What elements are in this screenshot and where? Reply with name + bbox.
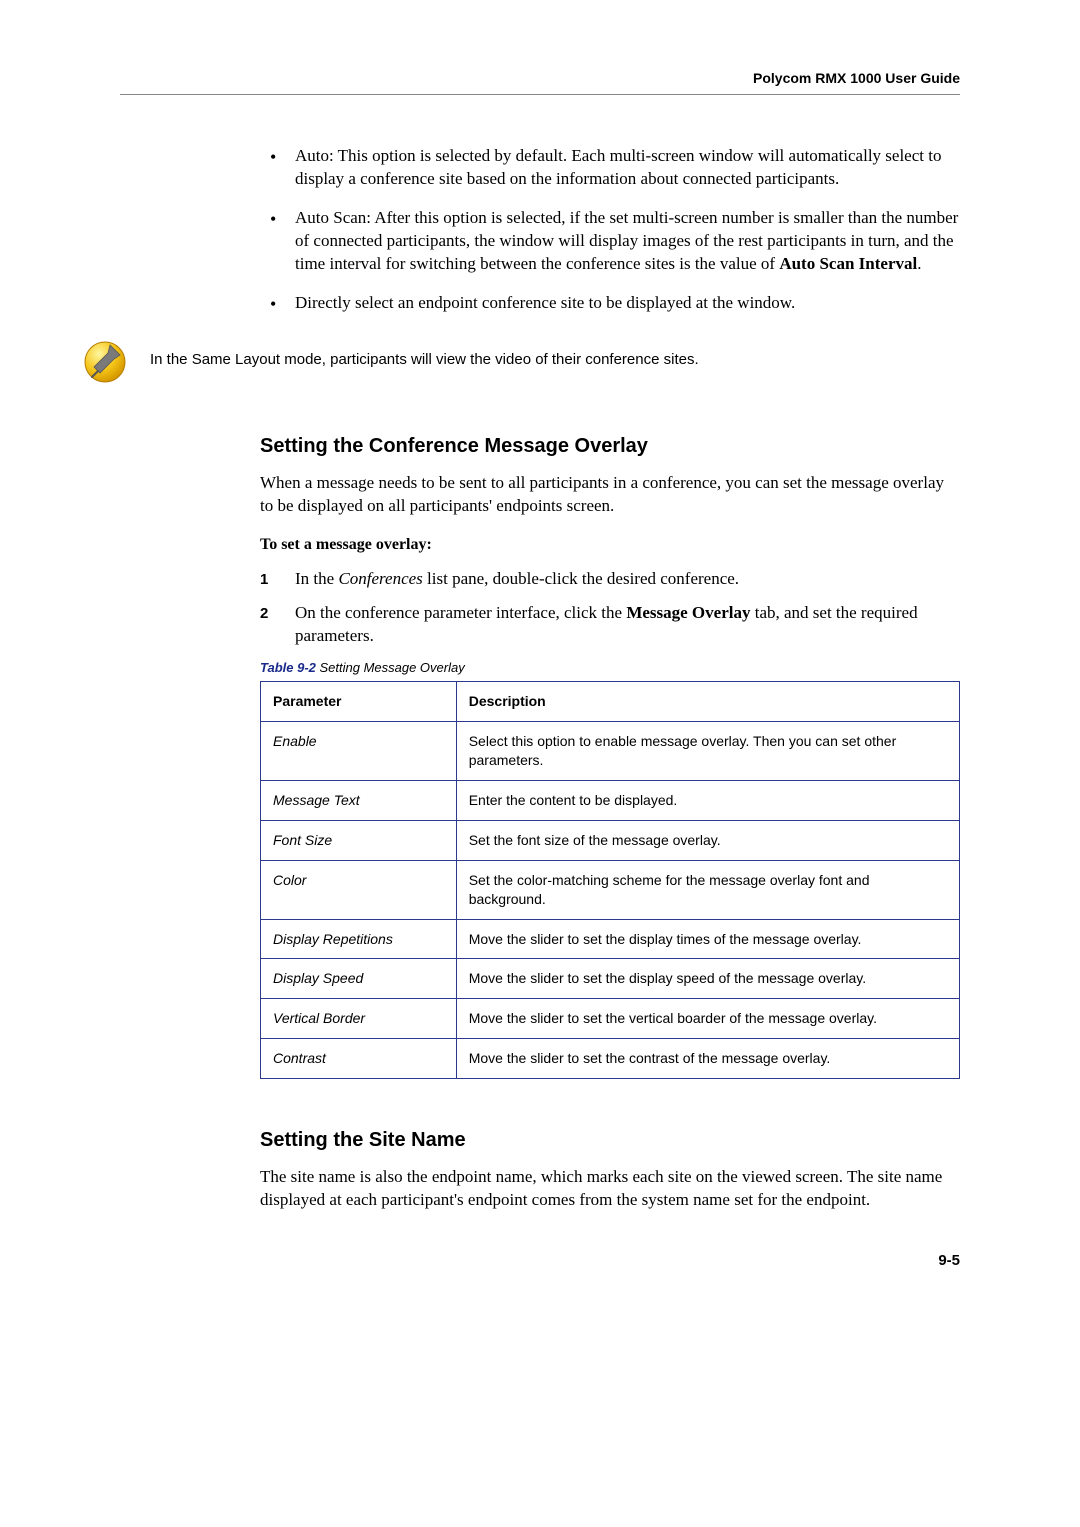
table-row: Font Size Set the font size of the messa…: [261, 820, 960, 860]
step-1-post: list pane, double-click the desired conf…: [423, 569, 739, 588]
step-1: 1 In the Conferences list pane, double-c…: [260, 568, 960, 591]
guide-title: Polycom RMX 1000 User Guide: [753, 70, 960, 86]
bullet-auto-text: Auto: This option is selected by default…: [295, 146, 941, 188]
bullet-auto: Auto: This option is selected by default…: [260, 145, 960, 191]
step-2: 2 On the conference parameter interface,…: [260, 602, 960, 648]
param-cell: Color: [261, 860, 457, 919]
param-cell: Display Speed: [261, 959, 457, 999]
table-row: Color Set the color-matching scheme for …: [261, 860, 960, 919]
table-caption-label: Table 9-2: [260, 660, 316, 675]
desc-cell: Set the font size of the message overlay…: [456, 820, 959, 860]
step-2-number: 2: [260, 604, 268, 624]
bullet-direct-select: Directly select an endpoint conference s…: [260, 292, 960, 315]
message-overlay-table: Parameter Description Enable Select this…: [260, 681, 960, 1079]
desc-cell: Enter the content to be displayed.: [456, 780, 959, 820]
table-row: Enable Select this option to enable mess…: [261, 722, 960, 781]
bullet-auto-scan-bold: Auto Scan Interval: [779, 254, 917, 273]
th-parameter: Parameter: [261, 682, 457, 722]
bullet-auto-scan-post: .: [917, 254, 921, 273]
param-cell: Vertical Border: [261, 999, 457, 1039]
desc-cell: Set the color-matching scheme for the me…: [456, 860, 959, 919]
step-2-bold: Message Overlay: [626, 603, 750, 622]
heading-site-name: Setting the Site Name: [260, 1129, 960, 1152]
step-1-italic: Conferences: [338, 569, 422, 588]
step-1-pre: In the: [295, 569, 338, 588]
table-row: Contrast Move the slider to set the cont…: [261, 1039, 960, 1079]
th-description: Description: [456, 682, 959, 722]
table-caption-rest: Setting Message Overlay: [316, 660, 465, 675]
bullet-auto-scan: Auto Scan: After this option is selected…: [260, 207, 960, 276]
pin-note-icon: [80, 335, 130, 385]
body-site-name: The site name is also the endpoint name,…: [260, 1166, 960, 1212]
page-content: Auto: This option is selected by default…: [120, 145, 960, 315]
desc-cell: Move the slider to set the display speed…: [456, 959, 959, 999]
heading-message-overlay: Setting the Conference Message Overlay: [260, 435, 960, 458]
layout-options-list: Auto: This option is selected by default…: [260, 145, 960, 315]
page-header: Polycom RMX 1000 User Guide: [120, 70, 960, 95]
desc-cell: Move the slider to set the display times…: [456, 919, 959, 959]
step-2-pre: On the conference parameter interface, c…: [295, 603, 626, 622]
note-block: In the Same Layout mode, participants wi…: [0, 335, 960, 385]
param-cell: Font Size: [261, 820, 457, 860]
section-message-overlay: Setting the Conference Message Overlay W…: [120, 435, 960, 1212]
param-cell: Contrast: [261, 1039, 457, 1079]
desc-cell: Select this option to enable message ove…: [456, 722, 959, 781]
procedure-steps: 1 In the Conferences list pane, double-c…: [260, 568, 960, 649]
table-row: Message Text Enter the content to be dis…: [261, 780, 960, 820]
param-cell: Display Repetitions: [261, 919, 457, 959]
param-cell: Message Text: [261, 780, 457, 820]
table-caption: Table 9-2 Setting Message Overlay: [260, 660, 960, 675]
table-row: Vertical Border Move the slider to set t…: [261, 999, 960, 1039]
step-1-number: 1: [260, 570, 268, 590]
note-text: In the Same Layout mode, participants wi…: [150, 349, 699, 370]
table-row: Display Repetitions Move the slider to s…: [261, 919, 960, 959]
param-cell: Enable: [261, 722, 457, 781]
bullet-direct-select-text: Directly select an endpoint conference s…: [295, 293, 795, 312]
page-number: 9-5: [120, 1252, 960, 1269]
procedure-title: To set a message overlay:: [260, 536, 960, 554]
table-header-row: Parameter Description: [261, 682, 960, 722]
intro-message-overlay: When a message needs to be sent to all p…: [260, 472, 960, 518]
table-row: Display Speed Move the slider to set the…: [261, 959, 960, 999]
desc-cell: Move the slider to set the vertical boar…: [456, 999, 959, 1039]
desc-cell: Move the slider to set the contrast of t…: [456, 1039, 959, 1079]
